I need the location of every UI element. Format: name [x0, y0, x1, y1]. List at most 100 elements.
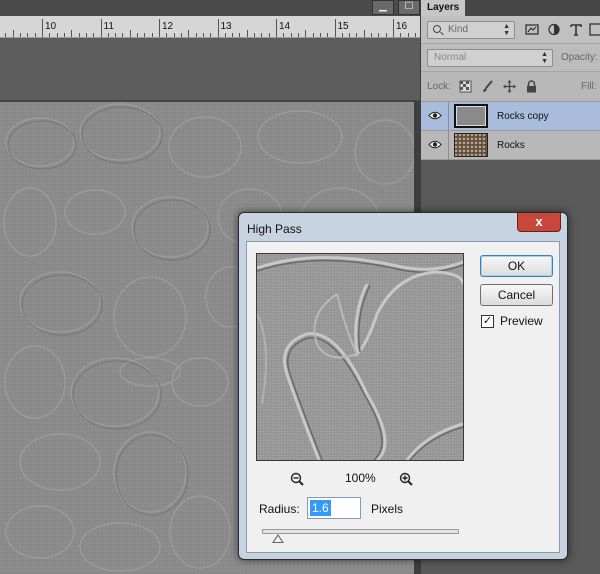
ruler-tick	[305, 30, 307, 37]
ruler-tick	[151, 33, 153, 37]
ruler-tick	[188, 30, 190, 37]
zoom-level: 100%	[345, 471, 376, 485]
radius-slider-track[interactable]	[262, 529, 459, 534]
ruler-tick	[202, 33, 204, 37]
adjustment-filter-icon[interactable]	[547, 23, 561, 36]
ruler-tick	[107, 33, 109, 37]
blend-row: Normal ▲ ▼ Opacity:	[421, 44, 600, 72]
ruler-tick	[34, 33, 36, 37]
ruler-tick	[268, 33, 270, 37]
layer-row-rocks[interactable]: Rocks	[421, 131, 600, 160]
ruler-number: 13	[220, 21, 232, 32]
cancel-button[interactable]: Cancel	[480, 284, 553, 306]
fill-label: Fill:	[581, 81, 597, 92]
ruler-tick	[129, 30, 131, 37]
ok-button[interactable]: OK	[480, 255, 553, 277]
eye-icon	[428, 111, 442, 120]
ruler-tick	[363, 30, 365, 37]
panel-tab-bar: Layers	[421, 0, 600, 16]
ruler-tick	[115, 33, 117, 37]
lock-transparency-icon[interactable]	[459, 80, 472, 93]
ruler-tick	[195, 33, 197, 37]
ruler-tick	[232, 33, 234, 37]
ruler-tick	[349, 33, 351, 37]
ruler-tick	[393, 19, 394, 37]
radius-slider-thumb[interactable]	[271, 534, 284, 543]
ruler-tick	[56, 33, 58, 37]
document-tab-strip	[0, 0, 420, 16]
checkmark-icon: ✓	[482, 315, 493, 327]
blend-mode-label: Normal	[434, 52, 467, 63]
filter-preview[interactable]	[256, 253, 464, 461]
lock-all-icon[interactable]	[525, 80, 538, 93]
ruler-tick	[5, 33, 7, 37]
ruler-tick	[122, 33, 124, 37]
kind-filter-dropdown[interactable]: Kind ▲ ▼	[427, 21, 515, 39]
blend-mode-dropdown[interactable]: Normal ▲ ▼	[427, 49, 553, 67]
ruler-tick	[224, 33, 226, 37]
pixel-filter-icon[interactable]	[525, 23, 539, 36]
ruler-tick	[180, 33, 182, 37]
layer-thumbnail-rocks	[454, 133, 488, 157]
maximize-button[interactable]: ☐	[398, 0, 420, 15]
ruler-tick	[327, 33, 329, 37]
ruler-tick	[144, 33, 146, 37]
layer-thumbnail-rocks-copy	[454, 104, 488, 128]
ruler-number: 15	[337, 21, 349, 32]
ruler-tick	[100, 19, 102, 37]
dialog-title: High Pass	[247, 222, 302, 236]
ruler-tick	[42, 19, 43, 37]
shape-filter-icon[interactable]	[589, 23, 600, 36]
opacity-label: Opacity:	[561, 52, 598, 63]
tab-layers[interactable]: Layers	[421, 0, 465, 16]
ruler-tick	[312, 33, 314, 37]
ruler-tick	[334, 19, 336, 37]
ruler-number: 11	[103, 21, 114, 32]
preview-checkbox[interactable]: ✓	[481, 315, 494, 328]
type-filter-icon[interactable]	[569, 23, 583, 36]
preview-label[interactable]: Preview	[500, 314, 543, 328]
radius-value: 1.6	[310, 500, 331, 516]
ruler-tick	[407, 33, 409, 37]
zoom-out-icon[interactable]	[290, 472, 304, 486]
ruler-tick	[166, 33, 168, 37]
zoom-in-icon[interactable]	[399, 472, 413, 486]
ruler-tick	[261, 33, 263, 37]
ruler-tick	[378, 33, 380, 37]
ruler-tick	[246, 30, 248, 37]
ruler-tick	[49, 33, 51, 37]
radius-label: Radius:	[259, 502, 300, 516]
search-icon	[433, 25, 441, 33]
ruler-tick	[356, 33, 358, 37]
lock-position-move-icon[interactable]	[503, 80, 516, 93]
ruler-tick	[78, 33, 80, 37]
ruler-number: 12	[162, 21, 174, 32]
visibility-toggle[interactable]	[421, 102, 449, 131]
ruler-tick	[93, 33, 95, 37]
minimize-button[interactable]: ▁	[372, 0, 394, 15]
radius-input[interactable]: 1.6	[307, 497, 361, 519]
kind-filter-label: Kind	[448, 24, 469, 35]
ruler-tick	[27, 33, 29, 37]
filter-row: Kind ▲ ▼	[421, 16, 600, 44]
ruler-tick	[12, 30, 14, 37]
ruler-tick	[276, 19, 277, 37]
layer-row-rocks-copy[interactable]: Rocks copy	[421, 102, 600, 131]
dropdown-arrows-icon: ▲ ▼	[503, 23, 510, 37]
layer-name: Rocks copy	[497, 111, 549, 122]
ruler-tick	[283, 33, 285, 37]
visibility-toggle[interactable]	[421, 131, 449, 160]
ruler-tick	[254, 33, 256, 37]
ruler-tick	[85, 33, 87, 37]
lock-pixels-brush-icon[interactable]	[481, 80, 494, 93]
ruler-tick	[173, 33, 175, 37]
ruler-tick	[239, 33, 241, 37]
high-pass-dialog: High Pass x 100% Radius: 1.6 Pixels OK C…	[238, 212, 568, 560]
ruler-tick	[341, 33, 343, 37]
ruler-tick	[159, 19, 160, 37]
dialog-body: 100% Radius: 1.6 Pixels OK Cancel ✓ Prev…	[246, 241, 560, 553]
ruler-tick	[71, 30, 73, 37]
ruler-number: 14	[279, 21, 291, 32]
close-button[interactable]: x	[517, 213, 561, 232]
ruler-tick	[137, 33, 139, 37]
